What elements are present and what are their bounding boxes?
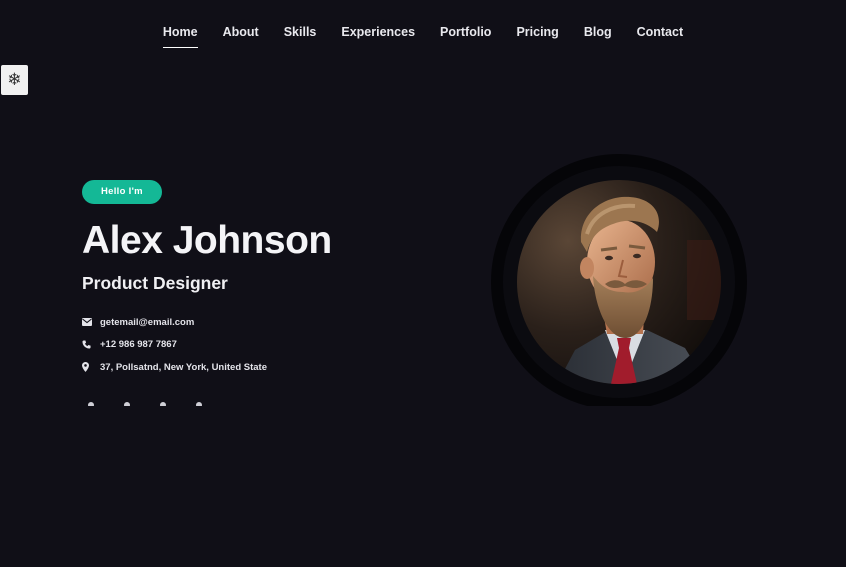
page: Home About Skills Experiences Portfolio … (0, 0, 846, 567)
hello-badge: Hello I'm (82, 180, 162, 204)
linkedin-icon[interactable] (196, 402, 202, 406)
contact-address-text: 37, Pollsatnd, New York, United State (100, 361, 267, 373)
hero-intro: Hello I'm Alex Johnson Product Designer … (82, 180, 442, 379)
hero-name: Alex Johnson (82, 219, 332, 262)
hero-section: Hello I'm Alex Johnson Product Designer … (0, 0, 846, 406)
contact-phone[interactable]: +12 986 987 7867 (82, 334, 442, 357)
instagram-icon[interactable] (160, 402, 166, 406)
portrait-frame (491, 154, 747, 406)
twitter-icon[interactable] (124, 402, 130, 406)
map-pin-icon (82, 362, 96, 373)
social-links (88, 402, 202, 406)
profile-photo (517, 180, 721, 384)
phone-icon (82, 340, 96, 349)
contact-email-text: getemail@email.com (100, 316, 195, 328)
contact-address[interactable]: 37, Pollsatnd, New York, United State (82, 356, 442, 379)
envelope-icon (82, 318, 96, 327)
hero-role: Product Designer (82, 273, 228, 293)
contact-email[interactable]: getemail@email.com (82, 311, 442, 334)
contact-phone-text: +12 986 987 7867 (100, 339, 177, 351)
contact-list: getemail@email.com +12 986 987 7867 37, … (82, 311, 442, 379)
facebook-icon[interactable] (88, 402, 94, 406)
